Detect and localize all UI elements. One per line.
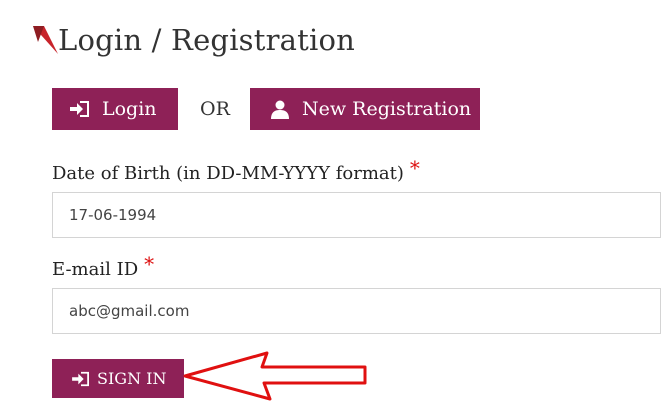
email-label: E-mail ID * xyxy=(52,252,154,280)
login-button-label: Login xyxy=(102,98,157,120)
new-registration-button-label: New Registration xyxy=(302,98,472,120)
required-indicator: * xyxy=(409,156,420,180)
or-separator: OR xyxy=(200,98,230,120)
sign-in-icon xyxy=(72,371,89,386)
sign-in-button-label: SIGN IN xyxy=(97,369,167,388)
email-input[interactable] xyxy=(52,288,661,334)
sign-in-button[interactable]: SIGN IN xyxy=(52,359,184,398)
sign-in-icon xyxy=(70,101,89,117)
page-header: Login / Registration xyxy=(30,14,650,64)
dob-label: Date of Birth (in DD-MM-YYYY format) * xyxy=(52,156,420,184)
red-arrow-icon xyxy=(183,351,367,401)
new-registration-button[interactable]: New Registration xyxy=(250,88,480,130)
red-triangle-icon xyxy=(33,26,58,54)
user-icon xyxy=(271,100,289,119)
page-title: Login / Registration xyxy=(58,23,356,57)
login-registration-page: Login / Registration Login OR New Regist… xyxy=(0,0,664,402)
required-indicator: * xyxy=(144,252,155,276)
dob-input[interactable] xyxy=(52,192,661,238)
email-label-text: E-mail ID xyxy=(52,259,139,280)
login-button[interactable]: Login xyxy=(52,88,178,130)
dob-label-text: Date of Birth (in DD-MM-YYYY format) xyxy=(52,163,404,184)
